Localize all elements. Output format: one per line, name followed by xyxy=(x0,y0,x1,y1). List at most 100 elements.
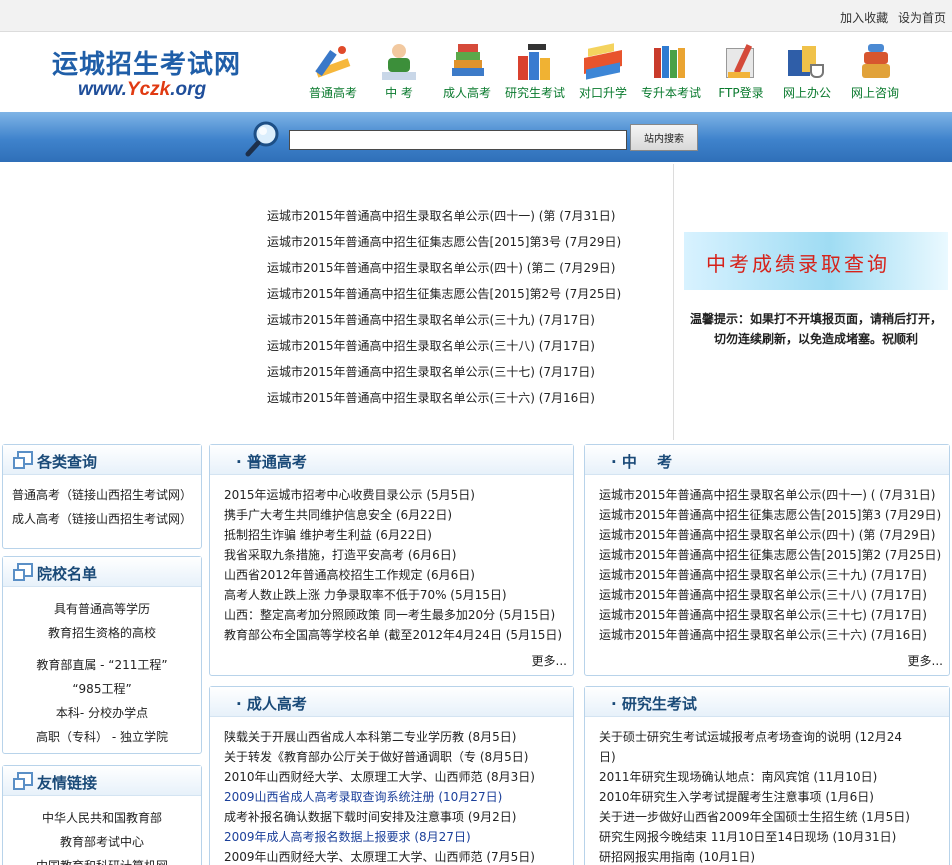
set-homepage-link[interactable]: 设为首页 xyxy=(898,11,946,25)
logo-title: 运城招生考试网 xyxy=(52,50,242,80)
school-list-link[interactable]: 教育部直属 - “211工程” xyxy=(3,653,201,677)
grad-books-icon-part xyxy=(518,56,528,80)
window-icon xyxy=(13,772,33,790)
school-list-link[interactable]: 教育招生资格的高校 xyxy=(3,621,201,645)
news-item[interactable]: 运城市2015年普通高中招生录取名单公示(三十八) (7月17日) xyxy=(267,338,621,364)
zhongkao-news-item[interactable]: 运城市2015年普通高中招生录取名单公示(三十六) (7月16日) xyxy=(599,625,949,645)
gaokao-news-item[interactable]: 我省采取九条措施，打造平安高考 (6月6日) xyxy=(224,545,573,565)
pencil-ruler-icon-part xyxy=(338,46,346,54)
adult-news-item[interactable]: 2010年山西财经大学、太原理工大学、山西师范 (8月3日) xyxy=(224,767,573,787)
nav-item-3[interactable]: 成人高考 xyxy=(434,42,500,101)
school-list-link[interactable]: 具有普通高等学历 xyxy=(3,597,201,621)
zhongkao-news-item[interactable]: 运城市2015年普通高中招生录取名单公示(三十七) (7月17日) xyxy=(599,605,949,625)
school-list-link[interactable]: 高职（专科） - 独立学院 xyxy=(3,725,201,749)
friend-link[interactable]: 中华人民共和国教育部 xyxy=(3,806,201,830)
news-item[interactable]: 运城市2015年普通高中招生征集志愿公告[2015]第3号 (7月29日) xyxy=(267,234,621,260)
gaokao-news-item[interactable]: 山西：整定高考加分照顾政策 同一考生最多加20分 (5月15日) xyxy=(224,605,573,625)
adult-news-item[interactable]: 关于转发《教育部办公厅关于做好普通调职（专 (8月5日) xyxy=(224,747,573,767)
gaokao-news-item[interactable]: 教育部公布全国高等学校名单 (截至2012年4月24日 (5月15日) xyxy=(224,625,573,645)
window-icon xyxy=(13,563,33,581)
news-item[interactable]: 运城市2015年普通高中招生录取名单公示(三十七) (7月17日) xyxy=(267,364,621,390)
stacked-books-icon-part xyxy=(456,52,480,60)
research-news-item[interactable]: 2011年研究生现场确认地点：南风宾馆 (11月10日) xyxy=(599,767,911,787)
stacked-books-icon-part xyxy=(454,60,482,68)
nav-item-label: 对口升学 xyxy=(578,86,627,100)
site-logo[interactable]: 运城招生考试网 www.Yczk.org xyxy=(52,50,262,100)
adult-news-item[interactable]: 2009山西省成人高考录取查询系统注册 (10月27日) xyxy=(224,787,573,807)
news-item[interactable]: 运城市2015年普通高中招生录取名单公示(三十九) (7月17日) xyxy=(267,312,621,338)
research-news-item[interactable]: 2010年研究生入学考试提醒考生注意事项 (1月6日) xyxy=(599,787,911,807)
gaokao-news-item[interactable]: 高考人数止跌上涨 力争录取率不低于70% (5月15日) xyxy=(224,585,573,605)
bookshelf-icon-part xyxy=(654,48,661,78)
nav-item-8[interactable]: 网上办公 xyxy=(774,42,840,101)
zhongkao-box-title: · 中 考 xyxy=(611,453,673,471)
add-favorite-link[interactable]: 加入收藏 xyxy=(840,11,888,25)
latest-news-list: 运城市2015年普通高中招生录取名单公示(四十一) (第 (7月31日) 运城市2… xyxy=(267,208,621,416)
query-link[interactable]: 成人高考（链接山西招生考试网） xyxy=(3,507,201,531)
research-news-item[interactable]: 关于硕士研究生考试运城报考点考场查询的说明 (12月24日) xyxy=(599,727,911,767)
folder-pen-icon xyxy=(720,42,762,82)
gaokao-news-item[interactable]: 抵制招生诈骗 维护考生利益 (6月22日) xyxy=(224,525,573,545)
research-news-item[interactable]: 关于进一步做好山西省2009年全国硕士生招生统 (1月5日) xyxy=(599,807,911,827)
nav-item-label: 普通高考 xyxy=(308,86,357,100)
news-item[interactable]: 运城市2015年普通高中招生录取名单公示(四十) (第二 (7月29日) xyxy=(267,260,621,286)
score-query-banner[interactable]: 中考成绩录取查询 xyxy=(684,232,948,290)
search-input[interactable] xyxy=(289,130,627,150)
research-news-item[interactable]: 研招网报实用指南 (10月1日) xyxy=(599,847,911,865)
folder-pen-icon-part xyxy=(728,72,750,78)
zhongkao-news-item[interactable]: 运城市2015年普通高中招生录取名单公示(四十) (第 (7月29日) xyxy=(599,525,949,545)
zhongkao-news-item[interactable]: 运城市2015年普通高中招生征集志愿公告[2015]第3 (7月29日) xyxy=(599,505,949,525)
research-exam-box-header: · 研究生考试 xyxy=(585,687,949,717)
schools-box-title: 院校名单 xyxy=(37,565,98,583)
adult-exam-box-header: · 成人高考 xyxy=(210,687,573,717)
nav-item-6[interactable]: 专升本考试 xyxy=(638,42,704,101)
friend-link[interactable]: 教育部考试中心 xyxy=(3,830,201,854)
links-box-title: 友情链接 xyxy=(37,774,98,792)
zhongkao-news-item[interactable]: 运城市2015年普通高中招生录取名单公示(三十九) (7月17日) xyxy=(599,565,949,585)
news-item[interactable]: 运城市2015年普通高中招生录取名单公示(三十六) (7月16日) xyxy=(267,390,621,416)
nav-item-label: 成人高考 xyxy=(442,86,491,100)
book-stack-icon-part xyxy=(862,64,890,78)
news-item[interactable]: 运城市2015年普通高中招生录取名单公示(四十一) (第 (7月31日) xyxy=(267,208,621,234)
search-button[interactable]: 站内搜索 xyxy=(630,124,698,151)
research-news-item[interactable]: 研究生网报今晚结束 11月10日至14日现场 (10月31日) xyxy=(599,827,911,847)
zhongkao-news-item[interactable]: 运城市2015年普通高中招生录取名单公示(三十八) (7月17日) xyxy=(599,585,949,605)
zhongkao-news-item[interactable]: 运城市2015年普通高中招生录取名单公示(四十一) ( (7月31日) xyxy=(599,485,949,505)
adult-news-item[interactable]: 2009年成人高考报名数据上报要求 (8月27日) xyxy=(224,827,573,847)
promo-panel: 中考成绩录取查询 温馨提示：如果打不开填报页面，请稍后打开，切勿连续刷新，以免造… xyxy=(673,164,952,440)
logo-url: www.Yczk.org xyxy=(78,80,262,100)
adult-news-item[interactable]: 2009年山西财经大学、太原理工大学、山西师范 (7月5日) xyxy=(224,847,573,865)
nav-item-7[interactable]: FTP登录 xyxy=(708,42,774,101)
nav-item-1[interactable]: 普通高考 xyxy=(300,42,366,101)
gaokao-list: 2015年运城市招考中心收费目录公示 (5月5日) 携手广大考生共同维护信息安全 … xyxy=(210,475,573,645)
grad-books-icon-part xyxy=(528,44,546,50)
nav-item-9[interactable]: 网上咨询 xyxy=(842,42,908,101)
gaokao-more-link[interactable]: 更多... xyxy=(532,652,567,669)
student-writing-icon-part xyxy=(382,72,416,80)
logo-url-brand: Yczk xyxy=(126,79,171,100)
open-book-icon xyxy=(582,42,624,82)
nav-item-4[interactable]: 研究生考试 xyxy=(502,42,568,101)
school-list-link[interactable]: “985工程” xyxy=(3,677,201,701)
nav-item-5[interactable]: 对口升学 xyxy=(570,42,636,101)
bookshelf-icon-part xyxy=(678,48,685,78)
adult-news-item[interactable]: 陕载关于开展山西省成人本科第二专业学历教 (8月5日) xyxy=(224,727,573,747)
book-cup-icon-part xyxy=(810,64,824,78)
nav-item-2[interactable]: 中 考 xyxy=(366,42,432,101)
news-item[interactable]: 运城市2015年普通高中招生征集志愿公告[2015]第2号 (7月25日) xyxy=(267,286,621,312)
gaokao-news-item[interactable]: 2015年运城市招考中心收费目录公示 (5月5日) xyxy=(224,485,573,505)
gaokao-news-item[interactable]: 山西省2012年普通高校招生工作规定 (6月6日) xyxy=(224,565,573,585)
grad-books-icon-part xyxy=(540,58,550,80)
links-box: 友情链接 中华人民共和国教育部教育部考试中心中国教育和科研计算机网 xyxy=(2,765,202,865)
latest-news-panel: 运城市2015年普通高中招生录取名单公示(四十一) (第 (7月31日) 运城市2… xyxy=(0,164,673,440)
zhongkao-news-item[interactable]: 运城市2015年普通高中招生征集志愿公告[2015]第2 (7月25日) xyxy=(599,545,949,565)
adult-news-item[interactable]: 成考补报名确认数据下载时间安排及注意事项 (9月2日) xyxy=(224,807,573,827)
friend-link[interactable]: 中国教育和科研计算机网 xyxy=(3,854,201,865)
bookshelf-icon-part xyxy=(662,46,669,78)
zhongkao-list: 运城市2015年普通高中招生录取名单公示(四十一) ( (7月31日) 运城市20… xyxy=(585,475,949,645)
query-link[interactable]: 普通高考（链接山西招生考试网） xyxy=(3,483,201,507)
nav-item-label: 中 考 xyxy=(385,86,413,100)
zhongkao-more-link[interactable]: 更多... xyxy=(908,652,943,669)
school-list-link[interactable]: 本科- 分校办学点 xyxy=(3,701,201,725)
gaokao-news-item[interactable]: 携手广大考生共同维护信息安全 (6月22日) xyxy=(224,505,573,525)
